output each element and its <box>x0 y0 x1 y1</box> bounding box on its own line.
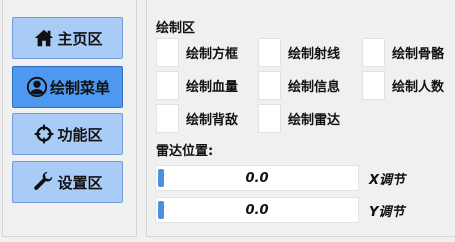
checkbox-draw-skeleton[interactable]: 绘制骨骼 <box>362 38 444 67</box>
checkbox-draw-behind[interactable]: 绘制背敌 <box>156 104 238 133</box>
checkbox-label: 绘制方框 <box>186 47 239 62</box>
checkbox-box[interactable] <box>362 71 385 100</box>
checkbox-draw-count[interactable]: 绘制人数 <box>362 71 444 100</box>
sidebar-item-home[interactable]: 主页区 <box>12 17 123 59</box>
y-slider-row: 0.0 Y调节 <box>155 196 404 224</box>
x-slider-label: X调节 <box>369 172 406 188</box>
x-slider[interactable]: 0.0 <box>155 165 359 191</box>
checkbox-label: 绘制射线 <box>288 47 341 62</box>
home-icon <box>32 26 56 50</box>
y-slider[interactable]: 0.0 <box>155 197 359 223</box>
checkbox-box[interactable] <box>156 104 179 133</box>
draw-section-title: 绘制区 <box>156 21 196 36</box>
sidebar-item-draw-menu[interactable]: 绘制菜单 <box>12 66 123 108</box>
sidebar-item-function[interactable]: 功能区 <box>12 113 123 155</box>
sidebar-item-settings[interactable]: 设置区 <box>12 161 123 203</box>
checkbox-label: 绘制信息 <box>288 80 341 95</box>
y-slider-value: 0.0 <box>245 202 269 218</box>
checkbox-draw-box[interactable]: 绘制方框 <box>156 38 238 67</box>
checkbox-box[interactable] <box>258 104 281 133</box>
checkbox-label: 绘制背敌 <box>186 113 239 128</box>
checkbox-draw-info[interactable]: 绘制信息 <box>258 71 340 100</box>
checkbox-box[interactable] <box>156 71 179 100</box>
x-slider-value: 0.0 <box>245 170 269 186</box>
checkbox-label: 绘制雷达 <box>288 113 341 128</box>
sidebar-item-label: 主页区 <box>57 29 103 48</box>
wrench-icon <box>32 170 56 194</box>
checkbox-label: 绘制人数 <box>392 80 445 95</box>
checkbox-label: 绘制骨骼 <box>392 47 445 62</box>
sidebar-item-label: 设置区 <box>57 173 103 192</box>
checkbox-draw-ray[interactable]: 绘制射线 <box>258 38 340 67</box>
checkbox-draw-radar[interactable]: 绘制雷达 <box>258 104 340 133</box>
checkbox-box[interactable] <box>362 38 385 67</box>
crosshair-icon <box>32 122 56 146</box>
checkbox-box[interactable] <box>258 71 281 100</box>
checkbox-box[interactable] <box>156 38 179 67</box>
y-slider-label: Y调节 <box>369 204 405 220</box>
sidebar-item-label: 绘制菜单 <box>49 78 110 97</box>
user-icon <box>25 75 49 99</box>
sidebar-item-label: 功能区 <box>57 125 103 144</box>
checkbox-label: 绘制血量 <box>186 80 239 95</box>
checkbox-draw-health[interactable]: 绘制血量 <box>156 71 238 100</box>
radar-section-title: 雷达位置: <box>156 144 214 159</box>
x-slider-row: 0.0 X调节 <box>155 164 405 192</box>
checkbox-box[interactable] <box>258 38 281 67</box>
